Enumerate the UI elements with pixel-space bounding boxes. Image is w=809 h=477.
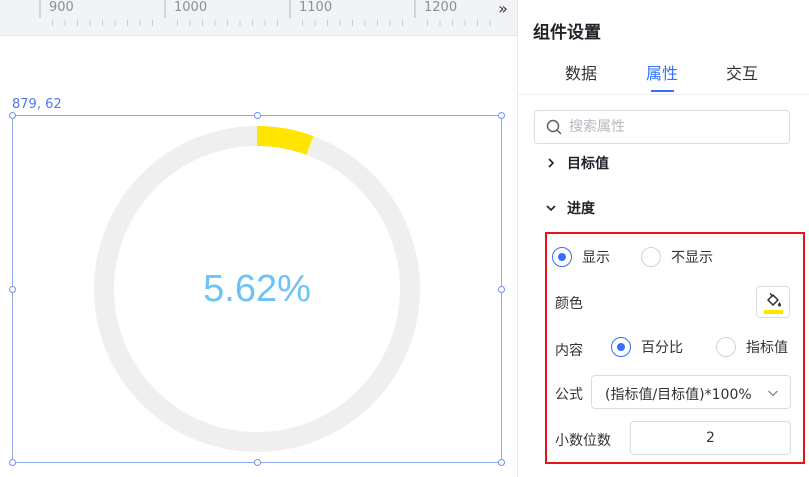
radio-label: 百分比 [641, 340, 683, 356]
radio-indicator [611, 337, 631, 357]
color-picker-button[interactable] [756, 286, 790, 318]
canvas-area[interactable]: 900 1000 1100 1200 » 879, 62 5.62% [0, 0, 517, 477]
radio-indicator-value[interactable]: 指标值 [716, 337, 788, 357]
radio-indicator [641, 247, 661, 267]
resize-handle[interactable] [9, 286, 16, 293]
resize-handle[interactable] [498, 286, 505, 293]
section-label: 目标值 [567, 156, 609, 172]
radio-indicator [552, 247, 572, 267]
section-label: 进度 [567, 201, 595, 217]
tab-divider [518, 94, 809, 95]
chevron-down-icon [768, 390, 778, 397]
formula-label: 公式 [555, 387, 583, 403]
content-label: 内容 [555, 343, 583, 359]
search-box[interactable] [534, 110, 790, 144]
decimals-input[interactable] [630, 421, 791, 455]
formula-value: (指标值/目标值)*100% [605, 387, 752, 403]
radio-label: 不显示 [671, 250, 713, 266]
tab-properties[interactable]: 属性 [646, 60, 678, 84]
radio-hide[interactable]: 不显示 [641, 247, 713, 267]
resize-handle[interactable] [498, 459, 505, 466]
color-swatch [764, 310, 783, 314]
resize-handle[interactable] [254, 459, 261, 466]
radio-label: 指标值 [746, 340, 788, 356]
search-icon [546, 119, 562, 135]
section-target-value[interactable]: 目标值 [545, 153, 609, 173]
tab-interaction[interactable]: 交互 [726, 60, 758, 84]
resize-handle[interactable] [254, 112, 261, 119]
resize-handle[interactable] [9, 112, 16, 119]
color-label: 颜色 [555, 296, 583, 312]
radio-indicator [716, 337, 736, 357]
radio-label: 显示 [582, 250, 610, 266]
radio-show[interactable]: 显示 [552, 247, 610, 267]
resize-handle[interactable] [498, 112, 505, 119]
panel-title: 组件设置 [533, 23, 601, 43]
resize-handle[interactable] [9, 459, 16, 466]
radio-percent[interactable]: 百分比 [611, 337, 683, 357]
chevron-down-icon [546, 205, 556, 212]
component-settings-panel: 组件设置 数据 属性 交互 目标值 进度 显示 不显示 颜色 [517, 0, 809, 477]
search-input[interactable] [569, 117, 779, 137]
decimals-label: 小数位数 [555, 433, 611, 449]
formula-select[interactable]: (指标值/目标值)*100% [591, 375, 791, 409]
tab-data[interactable]: 数据 [565, 60, 597, 84]
section-progress[interactable]: 进度 [545, 198, 595, 218]
active-tab-indicator [651, 90, 674, 92]
paint-bucket-icon [767, 292, 781, 307]
selection-box[interactable] [9, 112, 505, 466]
chevron-right-icon [548, 158, 555, 168]
